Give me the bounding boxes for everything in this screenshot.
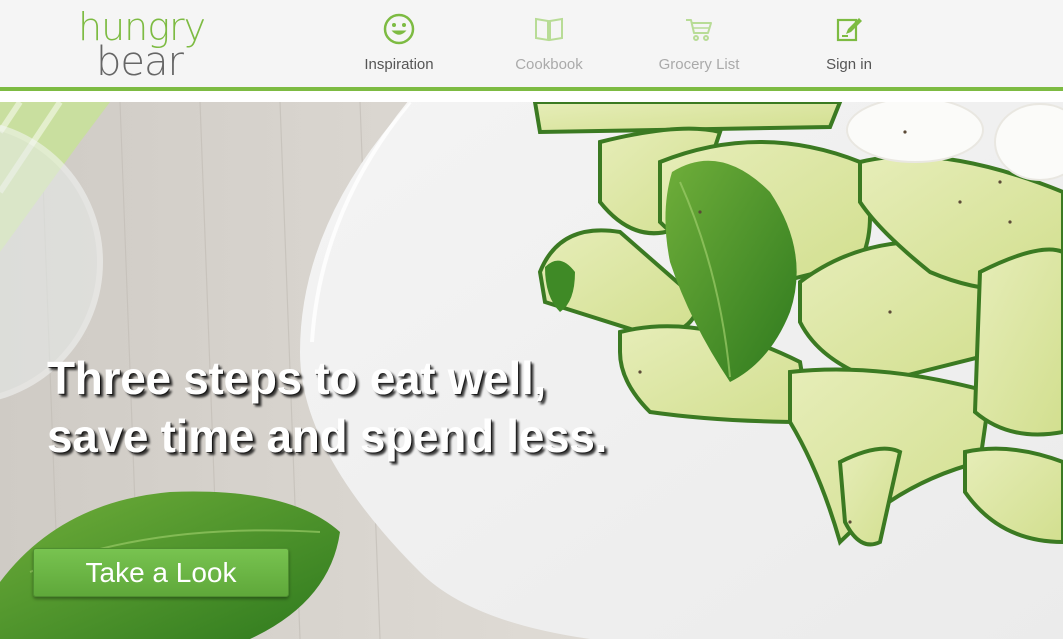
site-header: hungry bear Inspiration Cookbook Grocery… xyxy=(0,0,1063,87)
nav-label-grocery-list: Grocery List xyxy=(658,56,740,73)
take-a-look-button[interactable]: Take a Look xyxy=(33,548,289,597)
hungry-bear-logo[interactable]: hungry bear xyxy=(70,6,230,84)
hero-headline-line-1: Three steps to eat well, xyxy=(47,352,546,404)
nav-item-grocery-list[interactable]: Grocery List xyxy=(639,0,759,87)
nav-item-inspiration[interactable]: Inspiration xyxy=(339,0,459,87)
edit-pencil-icon xyxy=(836,18,862,42)
logo-word-bear: bear xyxy=(96,39,184,85)
hero-banner: Three steps to eat well, save time and s… xyxy=(0,102,1063,639)
nav-label-inspiration: Inspiration xyxy=(364,56,434,73)
hero-headline: Three steps to eat well, save time and s… xyxy=(47,349,767,465)
shopping-cart-icon xyxy=(686,19,712,41)
nav-label-sign-in: Sign in xyxy=(826,56,872,73)
nav-item-cookbook[interactable]: Cookbook xyxy=(489,0,609,87)
nav-label-cookbook: Cookbook xyxy=(515,56,583,73)
nav-item-sign-in[interactable]: Sign in xyxy=(789,0,909,87)
hero-headline-line-2: save time and spend less. xyxy=(47,410,608,462)
open-book-icon xyxy=(535,17,563,42)
smiley-face-icon xyxy=(383,13,415,45)
header-spacer xyxy=(0,91,1063,102)
